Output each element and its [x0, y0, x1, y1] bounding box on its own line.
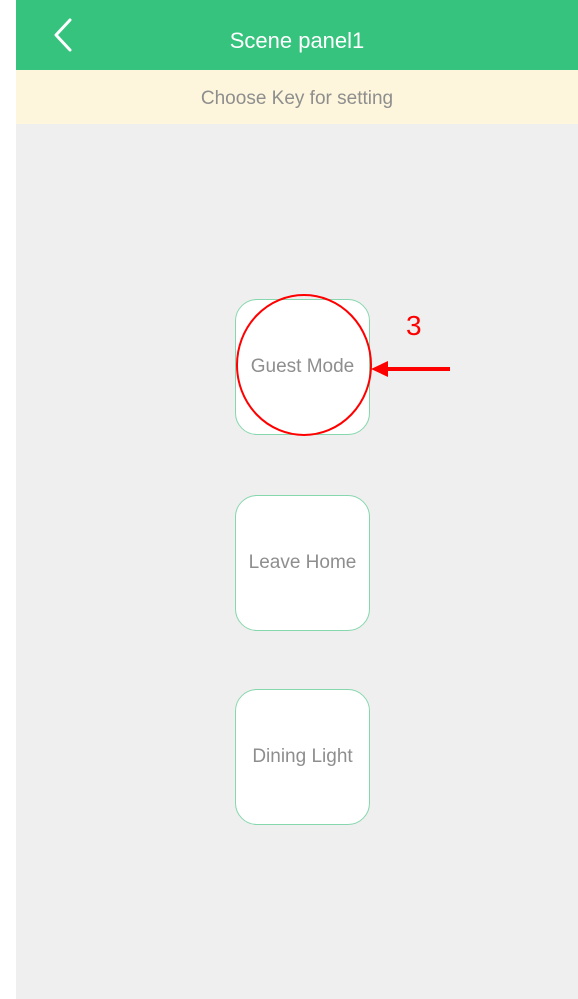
app-screen: Scene panel1 Choose Key for setting Gues…	[16, 0, 578, 999]
key-label: Guest Mode	[250, 356, 355, 377]
page-title: Scene panel1	[229, 28, 365, 53]
key-guest-mode-button[interactable]: Guest Mode	[235, 299, 370, 435]
key-label: Dining Light	[252, 746, 353, 767]
key-label: Leave Home	[248, 552, 357, 573]
hint-banner: Choose Key for setting	[16, 70, 578, 124]
key-dining-light-button[interactable]: Dining Light	[235, 689, 370, 825]
annotation-step-number: 3	[406, 310, 422, 341]
navigation-bar: Scene panel1	[16, 0, 578, 70]
key-leave-home-button[interactable]: Leave Home	[235, 495, 370, 631]
